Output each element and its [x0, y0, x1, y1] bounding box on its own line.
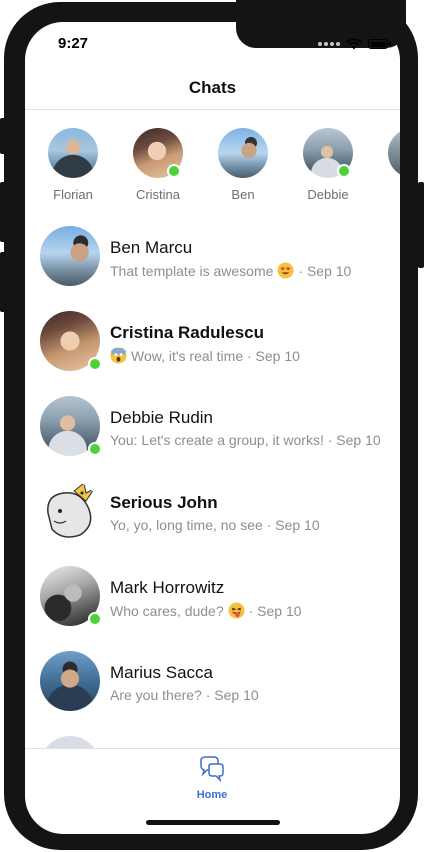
message-text: Yo, yo, long time, no see · Sep 10 [110, 517, 320, 533]
avatar [40, 226, 100, 286]
chat-preview: Are you there? · Sep 10 [110, 687, 259, 703]
chat-row[interactable]: Ben Marcu That template is awesome · Sep… [25, 226, 400, 311]
chat-name: Cristina Radulescu [110, 323, 264, 342]
story-ben[interactable]: Ben [203, 128, 283, 202]
page-title: Chats [188, 78, 237, 97]
battery-icon [368, 39, 391, 49]
online-indicator [167, 164, 181, 178]
message-text: You: Let's create a group, it works! · S… [110, 432, 381, 448]
message-text: Who cares, dude? [110, 602, 224, 619]
chat-preview: You: Let's create a group, it works! · S… [110, 432, 381, 448]
chat-preview: That template is awesome · Sep 10 [110, 262, 351, 279]
message-text: Wow, it's real time · Sep 10 [131, 347, 300, 364]
chat-row[interactable]: Debbie Rudin You: Let's create a group, … [25, 396, 400, 481]
scream-emoji-icon [110, 347, 127, 364]
story-name: Florian [53, 187, 93, 202]
wifi-icon [346, 38, 362, 50]
chat-row[interactable]: Mark Horrowitz Who cares, dude? · Sep 10 [25, 566, 400, 651]
avatar [40, 736, 100, 748]
chat-preview: Yo, yo, long time, no see · Sep 10 [110, 517, 320, 533]
header-divider [25, 109, 400, 110]
chat-name: Serious John [110, 493, 218, 512]
chat-preview: Who cares, dude? · Sep 10 [110, 602, 302, 619]
avatar [218, 128, 268, 178]
chat-name: Mark Horrowitz [110, 578, 225, 597]
chat-name: Marius Sacca [110, 663, 213, 682]
avatar [133, 128, 183, 178]
chat-row[interactable]: Cristina Radulescu Wow, it's real time ·… [25, 311, 400, 396]
tab-home[interactable]: Home [182, 756, 242, 801]
online-indicator [88, 442, 102, 456]
online-indicator [88, 357, 102, 371]
avatar [48, 128, 98, 178]
status-icons [318, 38, 391, 50]
message-text: That template is awesome [110, 262, 274, 279]
avatar [388, 128, 400, 178]
signal-icon [318, 42, 340, 46]
chat-bubbles-icon [200, 756, 224, 783]
story-debbie[interactable]: Debbie [288, 128, 368, 202]
chat-row[interactable]: Serious John Yo, yo, long time, no see ·… [25, 481, 400, 566]
online-indicator [337, 164, 351, 178]
tongue-emoji-icon [228, 602, 245, 619]
story-partial[interactable] [373, 128, 400, 187]
avatar [40, 481, 100, 541]
chat-name: Ben Marcu [110, 238, 193, 257]
chat-row[interactable]: Marius Sacca Are you there? · Sep 10 [25, 651, 400, 736]
stories-row[interactable]: Florian Cristina Ben Debbie [25, 128, 400, 208]
story-name: Ben [231, 187, 255, 202]
status-time: 9:27 [58, 35, 89, 52]
heart-eyes-emoji-icon [277, 262, 294, 279]
story-florian[interactable]: Florian [33, 128, 113, 202]
tab-home-label: Home [196, 789, 228, 801]
home-indicator [146, 820, 280, 825]
story-name: Debbie [307, 187, 349, 202]
chat-name: Debbie Rudin [110, 408, 214, 427]
avatar [40, 651, 100, 711]
avatar [303, 128, 353, 178]
message-text: Are you there? · Sep 10 [110, 687, 259, 703]
story-name: Cristina [135, 187, 181, 202]
tabbar-divider [25, 748, 400, 749]
story-cristina[interactable]: Cristina [118, 128, 198, 202]
message-date: · Sep 10 [248, 602, 302, 619]
online-indicator [88, 612, 102, 626]
chat-preview: Wow, it's real time · Sep 10 [110, 347, 300, 364]
power-button [418, 182, 424, 268]
message-date: · Sep 10 [298, 262, 352, 279]
